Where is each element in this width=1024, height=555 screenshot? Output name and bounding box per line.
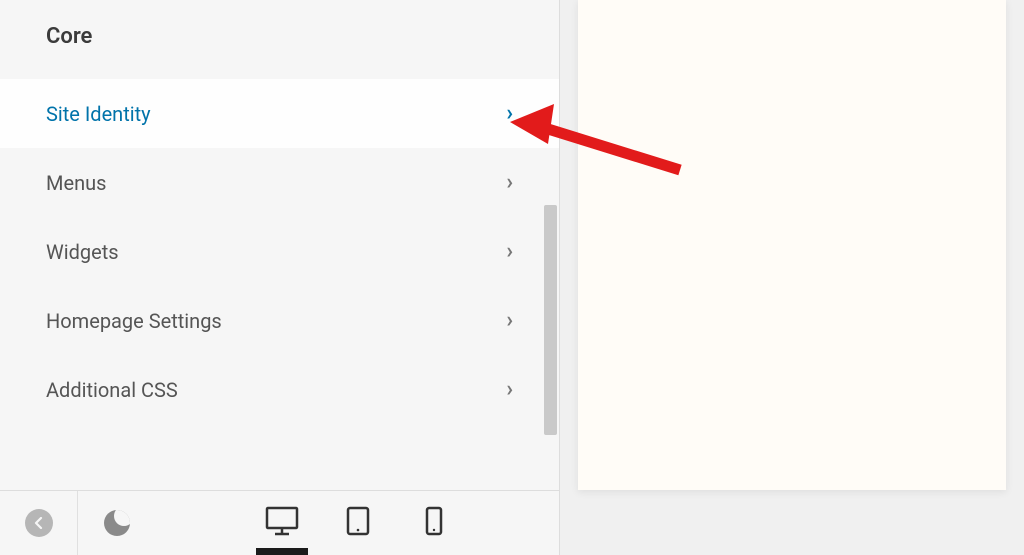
collapse-icon: [25, 509, 53, 537]
bottom-toolbar: [0, 490, 559, 555]
menu-item-site-identity[interactable]: Site Identity ›: [0, 79, 559, 148]
preview-page[interactable]: [578, 0, 1006, 490]
chevron-right-icon: ›: [506, 101, 513, 126]
desktop-icon: [265, 506, 299, 540]
menu-item-additional-css[interactable]: Additional CSS ›: [0, 355, 559, 424]
darkmode-button[interactable]: [78, 491, 156, 555]
scrollbar[interactable]: [544, 205, 557, 435]
menu-item-homepage-settings[interactable]: Homepage Settings ›: [0, 286, 559, 355]
device-tablet-button[interactable]: [338, 491, 378, 555]
menu-item-widgets[interactable]: Widgets ›: [0, 217, 559, 286]
menu-item-menus[interactable]: Menus ›: [0, 148, 559, 217]
device-desktop-button[interactable]: [262, 491, 302, 555]
collapse-button[interactable]: [0, 491, 78, 555]
tablet-icon: [346, 506, 370, 540]
sidebar-content: Core Site Identity › Menus › Widgets › H…: [0, 0, 559, 490]
moon-icon: [104, 510, 130, 536]
chevron-right-icon: ›: [506, 239, 513, 264]
device-mobile-button[interactable]: [414, 491, 454, 555]
chevron-right-icon: ›: [506, 377, 513, 402]
chevron-right-icon: ›: [506, 170, 513, 195]
menu-item-label: Site Identity: [46, 102, 151, 126]
device-preview-buttons: [156, 491, 559, 555]
menu-list: Site Identity › Menus › Widgets › Homepa…: [0, 79, 559, 424]
section-header: Core: [0, 0, 559, 79]
menu-item-label: Widgets: [46, 240, 119, 264]
menu-item-label: Homepage Settings: [46, 309, 222, 333]
mobile-icon: [425, 506, 443, 540]
customizer-sidebar: Core Site Identity › Menus › Widgets › H…: [0, 0, 560, 555]
preview-area: [560, 0, 1024, 555]
menu-item-label: Menus: [46, 171, 106, 195]
chevron-right-icon: ›: [506, 308, 513, 333]
menu-item-label: Additional CSS: [46, 378, 178, 402]
bottom-toolbar-left: [0, 491, 156, 555]
